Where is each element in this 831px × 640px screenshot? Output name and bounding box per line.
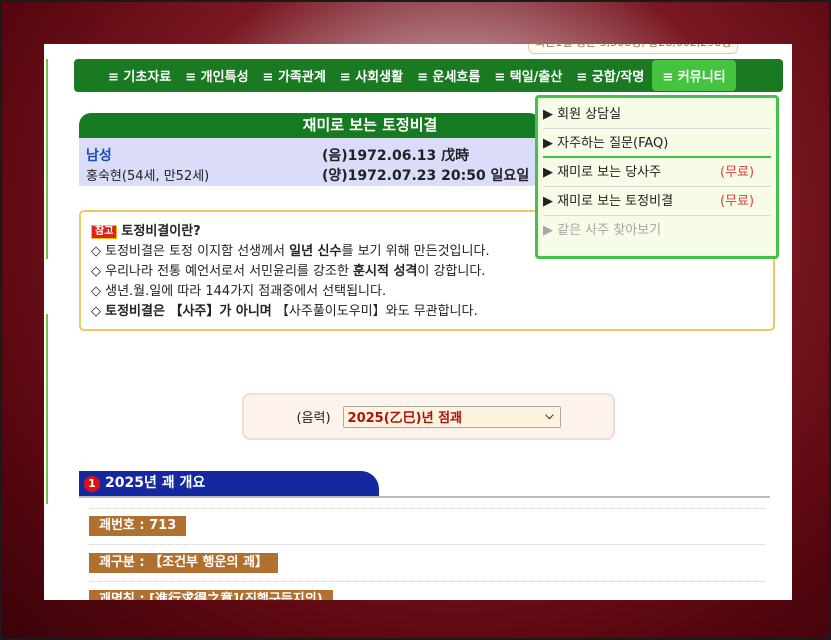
nav-item-basic[interactable]: ≡ 기초자료 — [108, 66, 171, 85]
chevron-down-icon: ⌵ — [545, 408, 554, 422]
profile-box: 남성 홍숙현(54세, 만52세) (음)1972.06.13 戊時 (양)19… — [79, 138, 541, 186]
profile-gender: 남성 — [86, 148, 112, 164]
left-rail — [44, 314, 48, 504]
menu-item-counsel[interactable]: ▶ 회원 상담실 — [543, 100, 771, 129]
dotted-divider — [89, 544, 765, 545]
section-divider — [79, 496, 770, 498]
field-hexagram-name: 괘명칭 : [進行求得之意](진행구득지의) — [89, 590, 333, 600]
section-heading: 1 2025년 괘 개요 — [79, 471, 379, 496]
year-select-value: 2025(乙巳)년 점괘 — [347, 411, 463, 426]
free-badge: (무료) — [720, 194, 755, 209]
nav-item-fortune[interactable]: ≡ 운세흐름 — [417, 66, 480, 85]
page-title: 재미로 보는 토정비결 — [79, 113, 541, 138]
visitor-stats: 회원1일 평균 5,508명, 총28,662,298명 — [528, 44, 739, 54]
field-hexagram-type: 괘구분 : 【조건부 행운의 괘】 — [89, 553, 278, 573]
left-rail — [44, 59, 48, 259]
year-select[interactable]: 2025(乙巳)년 점괘 ⌵ — [342, 405, 561, 428]
field-hexagram-number: 괘번호 : 713 — [89, 516, 187, 536]
year-selector-box: (음력) 2025(乙巳)년 점괘 ⌵ — [242, 393, 615, 440]
nav-item-personal[interactable]: ≡ 개인특성 — [185, 66, 248, 85]
nav-item-date-birth[interactable]: ≡ 택일/출산 — [494, 66, 562, 85]
dotted-divider — [89, 508, 765, 509]
menu-item-same-saju[interactable]: ▶ 같은 사주 찾아보기 — [543, 216, 771, 245]
free-badge: (무료) — [720, 165, 755, 180]
main-nav: ≡ 기초자료 ≡ 개인특성 ≡ 가족관계 ≡ 사회생활 ≡ 운세흐름 ≡ 택일/… — [74, 59, 783, 92]
nav-item-social[interactable]: ≡ 사회생활 — [340, 66, 403, 85]
profile-name: 홍숙현(54세, 만52세) — [86, 169, 210, 184]
menu-item-tojeong[interactable]: ▶ 재미로 보는 토정비결 (무료) — [543, 187, 771, 216]
nav-item-match-naming[interactable]: ≡ 궁합/작명 — [576, 66, 644, 85]
menu-item-dangsaju[interactable]: ▶ 재미로 보는 당사주 (무료) — [543, 158, 771, 187]
menu-item-faq[interactable]: ▶ 자주하는 질문(FAQ) — [543, 129, 771, 158]
dotted-divider — [89, 581, 765, 582]
nav-item-family[interactable]: ≡ 가족관계 — [263, 66, 326, 85]
profile-lunar-date: (음)1972.06.13 戊時 — [322, 148, 470, 164]
community-dropdown: ▶ 회원 상담실 ▶ 자주하는 질문(FAQ) ▶ 재미로 보는 당사주 (무료)… — [535, 95, 779, 259]
section-title: 2025년 괘 개요 — [105, 475, 206, 491]
note-line-4: ◇ 토정비결은 【사주】가 아니며 【사주풀이도우미】와도 무관합니다. — [91, 304, 478, 319]
note-line-2: ◇ 우리나라 전통 예언서로서 서민윤리를 강조한 훈시적 성격이 강합니다. — [91, 264, 486, 279]
calendar-label: (음력) — [296, 411, 331, 426]
nav-item-community[interactable]: ≡ 커뮤니티 — [652, 60, 736, 91]
note-line-3: ◇ 생년.월.일에 따라 144가지 점괘중에서 선택됩니다. — [91, 284, 387, 299]
section-number: 1 — [84, 476, 100, 492]
profile-solar-date: (양)1972.07.23 20:50 일요일 — [322, 168, 530, 184]
note-badge: 참고 — [91, 225, 118, 239]
note-heading: 토정비결이란? — [121, 224, 201, 239]
